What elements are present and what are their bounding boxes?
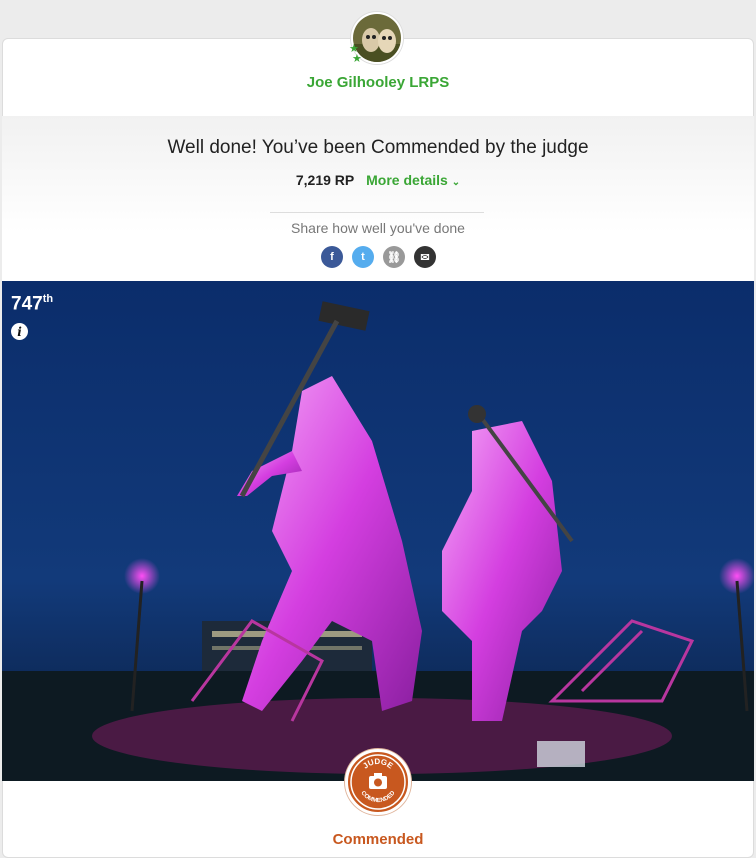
share-buttons: f t ⛓ ✉ [321, 246, 436, 268]
star-icon: ★ ★ [349, 43, 362, 65]
badge-bottom-text: COMMENDED [359, 790, 397, 804]
chevron-down-icon: ⌄ [451, 177, 461, 188]
email-icon[interactable]: ✉ [414, 246, 436, 268]
more-details-link[interactable]: More details ⌄ [366, 172, 460, 188]
twitter-icon[interactable]: t [352, 246, 374, 268]
info-icon[interactable]: i [11, 323, 28, 340]
reward-points: 7,219 RP [295, 172, 355, 188]
badge-top-text: JUDGE [361, 757, 395, 771]
result-headline: Well done! You’ve been Commended by the … [167, 137, 589, 158]
judge-commended-badge: JUDGE COMMENDED [345, 749, 411, 815]
link-icon[interactable]: ⛓ [383, 246, 405, 268]
rank-indicator: 747th [11, 293, 54, 315]
facebook-icon[interactable]: f [321, 246, 343, 268]
divider [270, 212, 484, 213]
share-label: Share how well you've done [291, 220, 465, 236]
entry-photo[interactable] [2, 281, 754, 781]
award-label: Commended [332, 831, 424, 848]
points-row: 7,219 RP More details ⌄ [0, 172, 756, 188]
username[interactable]: Joe Gilhooley LRPS [0, 74, 756, 91]
